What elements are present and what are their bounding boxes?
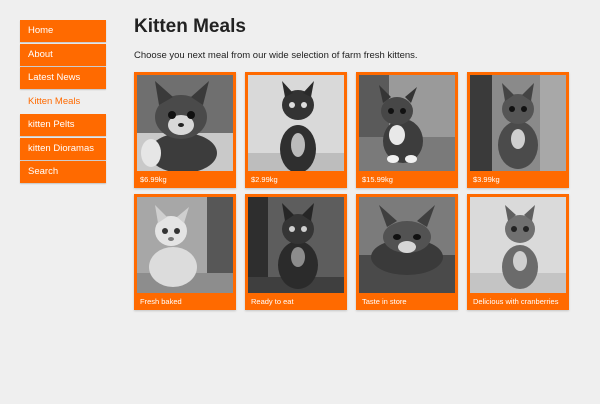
product-card[interactable]: $2.99kg bbox=[245, 72, 347, 188]
kitten-photo bbox=[137, 197, 233, 293]
kitten-photo bbox=[470, 75, 566, 171]
kitten-photo bbox=[359, 75, 455, 171]
product-caption: $3.99kg bbox=[473, 175, 500, 184]
nav-item-kitten-meals[interactable]: Kitten Meals bbox=[20, 91, 106, 113]
product-caption: Fresh baked bbox=[140, 297, 182, 306]
kitten-photo bbox=[248, 197, 344, 293]
nav-item-kitten-pelts[interactable]: kitten Pelts bbox=[20, 114, 106, 136]
product-caption: Taste in store bbox=[362, 297, 407, 306]
product-card[interactable]: Taste in store bbox=[356, 194, 458, 310]
product-card[interactable]: $15.99kg bbox=[356, 72, 458, 188]
product-caption: Delicious with cranberries bbox=[473, 297, 559, 306]
page-intro: Choose you next meal from our wide selec… bbox=[134, 50, 418, 61]
product-card[interactable]: Delicious with cranberries bbox=[467, 194, 569, 310]
product-card[interactable]: Fresh baked bbox=[134, 194, 236, 310]
kitten-photo bbox=[359, 197, 455, 293]
product-caption: $6.99kg bbox=[140, 175, 167, 184]
kitten-photo bbox=[137, 75, 233, 171]
nav-item-about[interactable]: About bbox=[20, 43, 106, 66]
product-card[interactable]: Ready to eat bbox=[245, 194, 347, 310]
page-title: Kitten Meals bbox=[134, 16, 246, 37]
nav-item-home[interactable]: Home bbox=[20, 20, 106, 42]
product-grid: $6.99kg $2.99kg $15.99kg $3.99kg Fresh b… bbox=[134, 72, 574, 312]
nav-item-latest-news[interactable]: Latest News bbox=[20, 67, 106, 89]
nav-item-search[interactable]: Search bbox=[20, 161, 106, 183]
nav-item-kitten-dioramas[interactable]: kitten Dioramas bbox=[20, 137, 106, 160]
kitten-photo bbox=[470, 197, 566, 293]
product-card[interactable]: $3.99kg bbox=[467, 72, 569, 188]
product-caption: $15.99kg bbox=[362, 175, 393, 184]
product-caption: Ready to eat bbox=[251, 297, 294, 306]
kitten-photo bbox=[248, 75, 344, 171]
product-card[interactable]: $6.99kg bbox=[134, 72, 236, 188]
product-caption: $2.99kg bbox=[251, 175, 278, 184]
sidebar-nav: Home About Latest News Kitten Meals kitt… bbox=[20, 20, 106, 185]
